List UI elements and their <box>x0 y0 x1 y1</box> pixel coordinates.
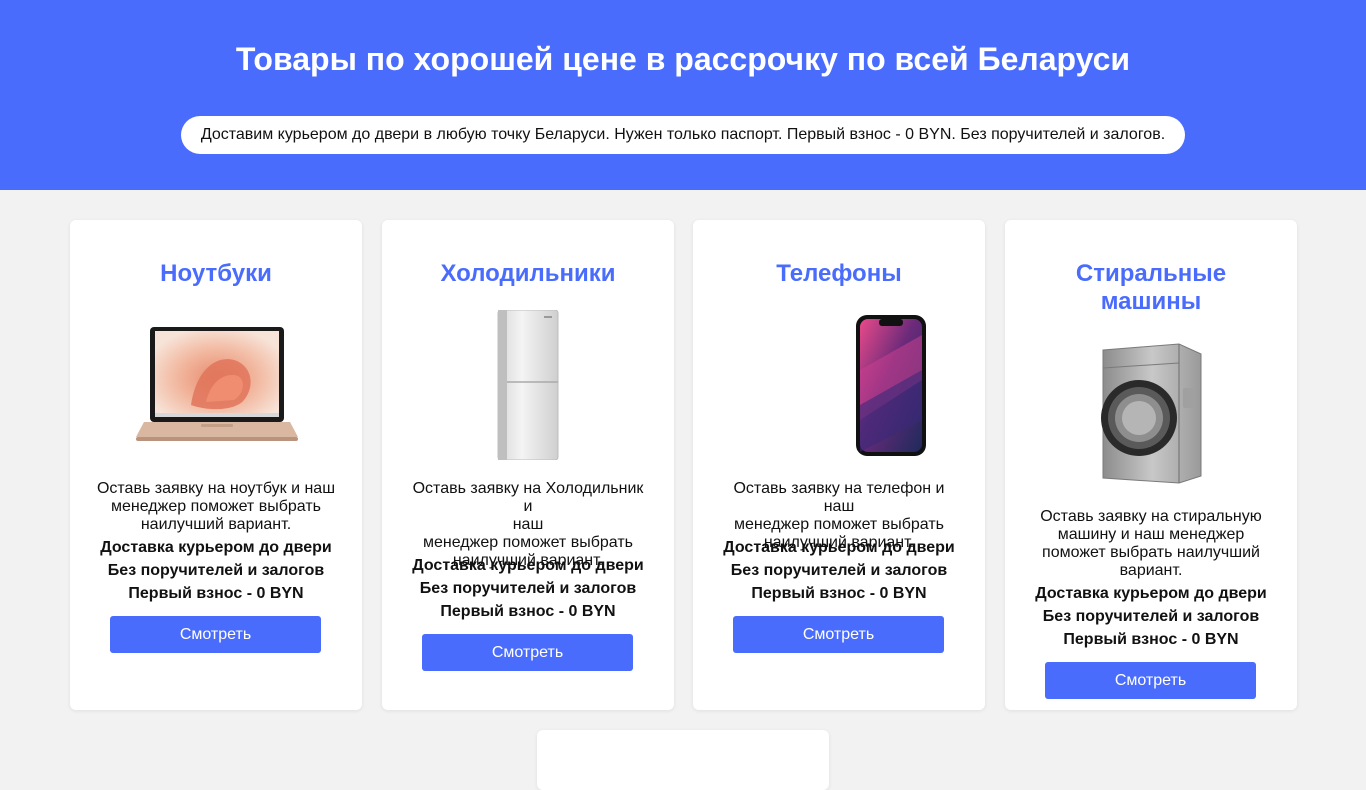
view-phones-button[interactable]: Смотреть <box>733 616 944 653</box>
feature-first-payment: Первый взнос - 0 BYN <box>440 603 616 620</box>
card-features: Доставка курьером до двери Без поручител… <box>703 536 975 605</box>
card-description: Оставь заявку на стиральную машину и наш… <box>1040 508 1262 579</box>
product-card-laptops: Ноутбуки Оставь заявку на ноутбук и наш … <box>70 220 362 710</box>
product-card-phones: Телефоны Оставь заявку на телефон и наш … <box>693 220 985 710</box>
card-title: Холодильники <box>440 260 616 287</box>
feature-first-payment: Первый взнос - 0 BYN <box>1063 631 1239 648</box>
feature-first-payment: Первый взнос - 0 BYN <box>751 585 927 602</box>
feature-first-payment: Первый взнос - 0 BYN <box>128 585 304 602</box>
feature-delivery: Доставка курьером до двери <box>723 539 955 556</box>
feature-delivery: Доставка курьером до двери <box>1035 585 1267 602</box>
feature-delivery: Доставка курьером до двери <box>412 557 644 574</box>
delivery-info-pill: Доставим курьером до двери в любую точку… <box>181 116 1185 154</box>
laptop-image <box>136 327 298 441</box>
washing-machine-image <box>1101 343 1202 484</box>
view-washing-machines-button[interactable]: Смотреть <box>1045 662 1256 699</box>
view-refrigerators-button[interactable]: Смотреть <box>422 634 633 671</box>
card-features: Доставка курьером до двери Без поручител… <box>80 536 352 605</box>
card-description: Оставь заявку на ноутбук и наш менеджер … <box>96 480 336 533</box>
feature-no-guarantors: Без поручителей и залогов <box>1042 608 1260 625</box>
phone-image <box>856 315 926 456</box>
card-title: Стиральные машины <box>1075 260 1227 315</box>
card-features: Доставка курьером до двери Без поручител… <box>1015 582 1287 651</box>
page-title: Товары по хорошей цене в рассрочку по вс… <box>235 41 1131 77</box>
card-title: Телефоны <box>776 260 902 287</box>
product-card-washing-machines: Стиральные машины Оставь заявку на стира… <box>1005 220 1297 710</box>
refrigerator-image <box>497 310 559 460</box>
hero-banner: Товары по хорошей цене в рассрочку по вс… <box>0 0 1366 190</box>
feature-no-guarantors: Без поручителей и залогов <box>730 562 948 579</box>
card-title: Ноутбуки <box>160 260 272 287</box>
feature-no-guarantors: Без поручителей и залогов <box>419 580 637 597</box>
card-features: Доставка курьером до двери Без поручител… <box>392 554 664 623</box>
product-card-refrigerators: Холодильники Оставь заявку на Холодильни… <box>382 220 674 710</box>
product-card-partial <box>537 730 829 790</box>
view-laptops-button[interactable]: Смотреть <box>110 616 321 653</box>
feature-delivery: Доставка курьером до двери <box>100 539 332 556</box>
feature-no-guarantors: Без поручителей и залогов <box>107 562 325 579</box>
